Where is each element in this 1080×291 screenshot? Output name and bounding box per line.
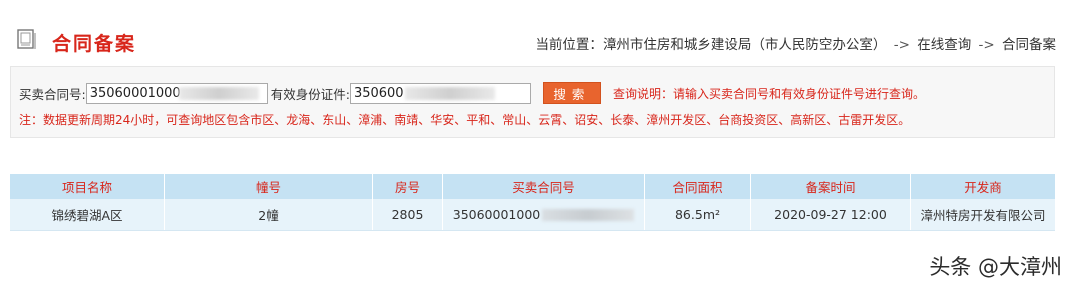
- cell-area: 86.5m²: [645, 199, 751, 230]
- contract-table: 项目名称 幢号 房号 买卖合同号 合同面积 备案时间 开发商 锦绣碧湖A区 2幢…: [10, 174, 1055, 231]
- cell-building: 2幢: [165, 199, 373, 230]
- breadcrumb-item-contract-record: 合同备案: [1002, 37, 1056, 53]
- breadcrumb-item-bureau[interactable]: 漳州市住房和城乡建设局（市人民防空办公室）: [603, 37, 887, 53]
- document-icon: [16, 28, 38, 50]
- column-header-project: 项目名称: [10, 174, 165, 199]
- id-number-value: 350600: [353, 85, 404, 101]
- contract-number: 35060001000: [452, 207, 541, 222]
- breadcrumb: 当前位置：漳州市住房和城乡建设局（市人民防空办公室） -> 在线查询 -> 合同…: [535, 33, 1056, 53]
- search-button[interactable]: 搜索: [542, 82, 601, 104]
- contract-number-label: 买卖合同号:: [19, 86, 86, 102]
- column-header-developer: 开发商: [964, 180, 1002, 195]
- query-hint: 查询说明：请输入买卖合同号和有效身份证件号进行查询。: [612, 86, 925, 101]
- contract-number-input[interactable]: 35060001000: [85, 82, 268, 104]
- column-header-building: 幢号: [165, 174, 373, 199]
- column-header-area: 合同面积: [645, 174, 751, 199]
- page-header: 合同备案 当前位置：漳州市住房和城乡建设局（市人民防空办公室） -> 在线查询 …: [0, 0, 1080, 64]
- redacted-region: [404, 86, 495, 100]
- column-header-record-time: 备案时间: [751, 174, 911, 199]
- table-row: 锦绣碧湖A区 2幢 2805 35060001000 86.5m² 2020-0…: [10, 199, 1055, 231]
- cell-contract: 35060001000: [443, 199, 645, 230]
- contract-number-value: 35060001000: [89, 85, 181, 101]
- redacted-region: [178, 86, 259, 100]
- cell-room: 2805: [373, 199, 443, 230]
- cell-developer: 漳州特房开发有限公司: [920, 208, 1046, 223]
- column-header-contract: 买卖合同号: [443, 174, 645, 199]
- id-number-input[interactable]: 350600: [349, 82, 531, 104]
- cell-project: 锦绣碧湖A区: [10, 199, 165, 230]
- search-row: 买卖合同号: 35060001000 有效身份证件: 350600 搜索 查询说…: [19, 82, 925, 104]
- breadcrumb-item-online-query[interactable]: 在线查询: [917, 37, 971, 53]
- redacted-region: [542, 208, 635, 221]
- search-panel: 买卖合同号: 35060001000 有效身份证件: 350600 搜索 查询说…: [10, 66, 1055, 138]
- id-number-label: 有效身份证件:: [270, 86, 350, 102]
- page-title: 合同备案: [52, 33, 137, 55]
- breadcrumb-separator: ->: [978, 37, 995, 53]
- table-header: 项目名称 幢号 房号 买卖合同号 合同面积 备案时间 开发商: [10, 174, 1055, 199]
- update-notice: 注：数据更新周期24小时，可查询地区包含市区、龙海、东山、漳浦、南靖、华安、平和…: [19, 113, 911, 127]
- cell-record-time: 2020-09-27 12:00: [751, 199, 911, 230]
- breadcrumb-prefix: 当前位置：: [535, 37, 603, 53]
- column-header-room: 房号: [373, 174, 443, 199]
- breadcrumb-separator: ->: [893, 37, 910, 53]
- source-watermark: 头条 @大漳州: [929, 255, 1062, 279]
